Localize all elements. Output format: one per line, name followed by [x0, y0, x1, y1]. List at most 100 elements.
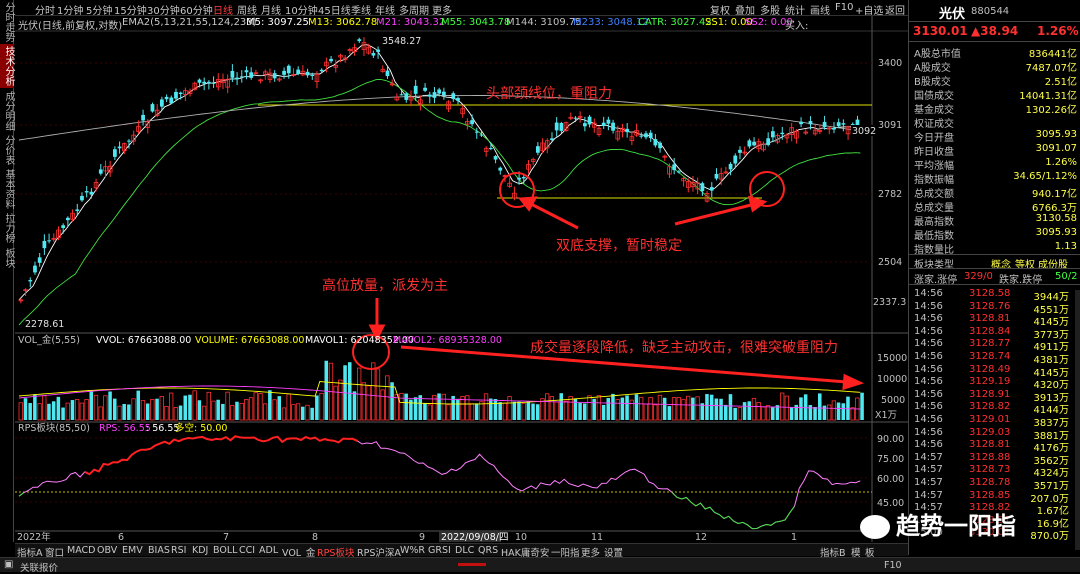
volume-bar — [578, 402, 582, 420]
btab-obv[interactable]: OBV — [97, 545, 117, 556]
volume-bar — [549, 396, 555, 421]
volume-bar — [319, 392, 324, 421]
volume-bar — [780, 392, 785, 421]
volume-bar — [131, 398, 136, 421]
annotation-volume-decline: 成交量逐段降低，缺乏主动攻击，很难突破重阻力 — [530, 340, 838, 356]
volume-bar — [747, 401, 752, 420]
candle-body — [117, 146, 122, 149]
volume-bar — [831, 400, 837, 421]
tick-time: 14:56 — [914, 401, 943, 413]
tick-time: 14:56 — [914, 414, 943, 425]
volume-bars — [18, 360, 864, 421]
candle-body — [672, 164, 677, 171]
tick-price: 3128.78 — [969, 477, 1011, 488]
candle-body — [648, 132, 653, 139]
volume-bar — [620, 397, 625, 420]
volume-bar — [173, 407, 179, 421]
left-tab-pull-rank[interactable]: 拉力榜 — [0, 212, 14, 244]
annotation-neckline: 头部颈线位，重阻力 — [486, 86, 612, 102]
quote-stat-label: 今日开盘 — [914, 133, 954, 144]
left-tab-components[interactable]: 成分明细 — [0, 90, 14, 132]
quote-stat-row: 国债成交 14041.31亿 — [909, 87, 1080, 102]
btab-grsi[interactable]: GRSI — [428, 545, 451, 556]
rps-weak-line — [671, 492, 795, 530]
quote-stat-row: 昨日收盘 3091.07 — [909, 143, 1080, 158]
btab-dlc[interactable]: DLC — [455, 545, 474, 556]
tick-row: 14:56 3128.77 4911万 — [909, 338, 1069, 353]
volume-bar — [724, 404, 728, 420]
candle-body — [709, 187, 714, 191]
candle-body — [587, 116, 592, 125]
btab-wr[interactable]: W%R — [400, 545, 425, 556]
btab-rsi[interactable]: RSI — [171, 545, 186, 556]
candle-body — [521, 176, 526, 179]
tick-scrollbar[interactable] — [1075, 290, 1080, 550]
candle-body — [47, 240, 51, 242]
volume-bar — [268, 390, 272, 420]
volume-bar — [827, 404, 832, 421]
volume-bar — [159, 396, 164, 421]
candle-body — [780, 132, 785, 135]
btab-qrs[interactable]: QRS — [478, 545, 498, 556]
x-tick-11: 11 — [591, 532, 603, 542]
volume-bar — [51, 401, 56, 420]
candle-body — [738, 149, 742, 153]
candle-body — [127, 140, 131, 142]
candle-body — [442, 91, 446, 96]
volume-bar — [709, 394, 714, 420]
candle-body — [639, 135, 644, 137]
x-tick-1: 1 — [791, 532, 797, 542]
rps-weak-line — [18, 492, 24, 497]
volume-bar — [671, 397, 677, 421]
volume-bar — [836, 402, 841, 420]
volume-bar — [789, 407, 794, 420]
left-tab-basic-info[interactable]: 基本资料 — [0, 168, 14, 210]
left-tab-tech-analysis[interactable]: 技术分析 — [0, 44, 14, 88]
candle-body — [606, 119, 611, 124]
volume-bar — [686, 395, 691, 421]
candle-body — [653, 139, 658, 146]
candle-body — [28, 280, 33, 282]
rps-value: RPS: 56.55 — [99, 423, 151, 434]
tick-price: 3128.49 — [969, 363, 1011, 375]
x-cursor-date: 2022/09/08/四 — [441, 532, 508, 542]
quote-stat-label: 最高指数 — [914, 217, 954, 228]
rps-longshort: 多空: 50.00 — [175, 422, 227, 434]
btab-boll[interactable]: BOLL — [213, 545, 237, 556]
volume-bar — [714, 398, 719, 420]
btab-kdj[interactable]: KDJ — [192, 545, 208, 556]
candle-body — [80, 195, 84, 201]
left-tab-price-table[interactable]: 分价表 — [0, 134, 14, 166]
btab-emv[interactable]: EMV — [122, 545, 143, 556]
quote-stat-label: 国债成交 — [914, 91, 954, 102]
btab-macd[interactable]: MACD — [67, 545, 95, 556]
volume-bar — [390, 382, 394, 420]
tick-row: 14:56 3128.91 3913万 — [909, 389, 1069, 404]
volume-bar — [615, 398, 620, 421]
quote-stat-row: 今日开盘 3095.93 — [909, 129, 1080, 144]
candle-body — [747, 140, 752, 147]
status-f10[interactable]: F10 — [884, 560, 902, 571]
volume-bar — [493, 398, 498, 420]
left-tab-fenshi[interactable]: 分时走势 — [0, 2, 14, 42]
quote-stat-label: A股成交 — [914, 63, 951, 74]
btab-bias[interactable]: BIAS — [148, 545, 170, 556]
volume-bar — [648, 396, 653, 421]
left-tab-sector[interactable]: 板块 — [0, 246, 14, 270]
tick-time: 14:56 — [914, 313, 943, 325]
btab-cci[interactable]: CCI — [239, 545, 255, 556]
tick-price: 3128.74 — [969, 351, 1011, 362]
volume-bar — [375, 368, 381, 421]
volume-bar — [216, 399, 220, 420]
btab-adl[interactable]: ADL — [259, 545, 278, 556]
watermark: 趋势一阳指 — [860, 506, 1016, 541]
tick-price: 3128.77 — [969, 338, 1011, 350]
candle-body — [310, 75, 315, 77]
volume-bar — [221, 403, 225, 420]
volume-bar — [352, 391, 357, 420]
volume-bar — [136, 390, 141, 420]
quote-stat-label: 昨日收盘 — [914, 147, 954, 158]
candle-body — [714, 173, 719, 179]
vol-title: VOL_金(5,55) — [18, 334, 80, 346]
volume-bar — [399, 392, 404, 421]
